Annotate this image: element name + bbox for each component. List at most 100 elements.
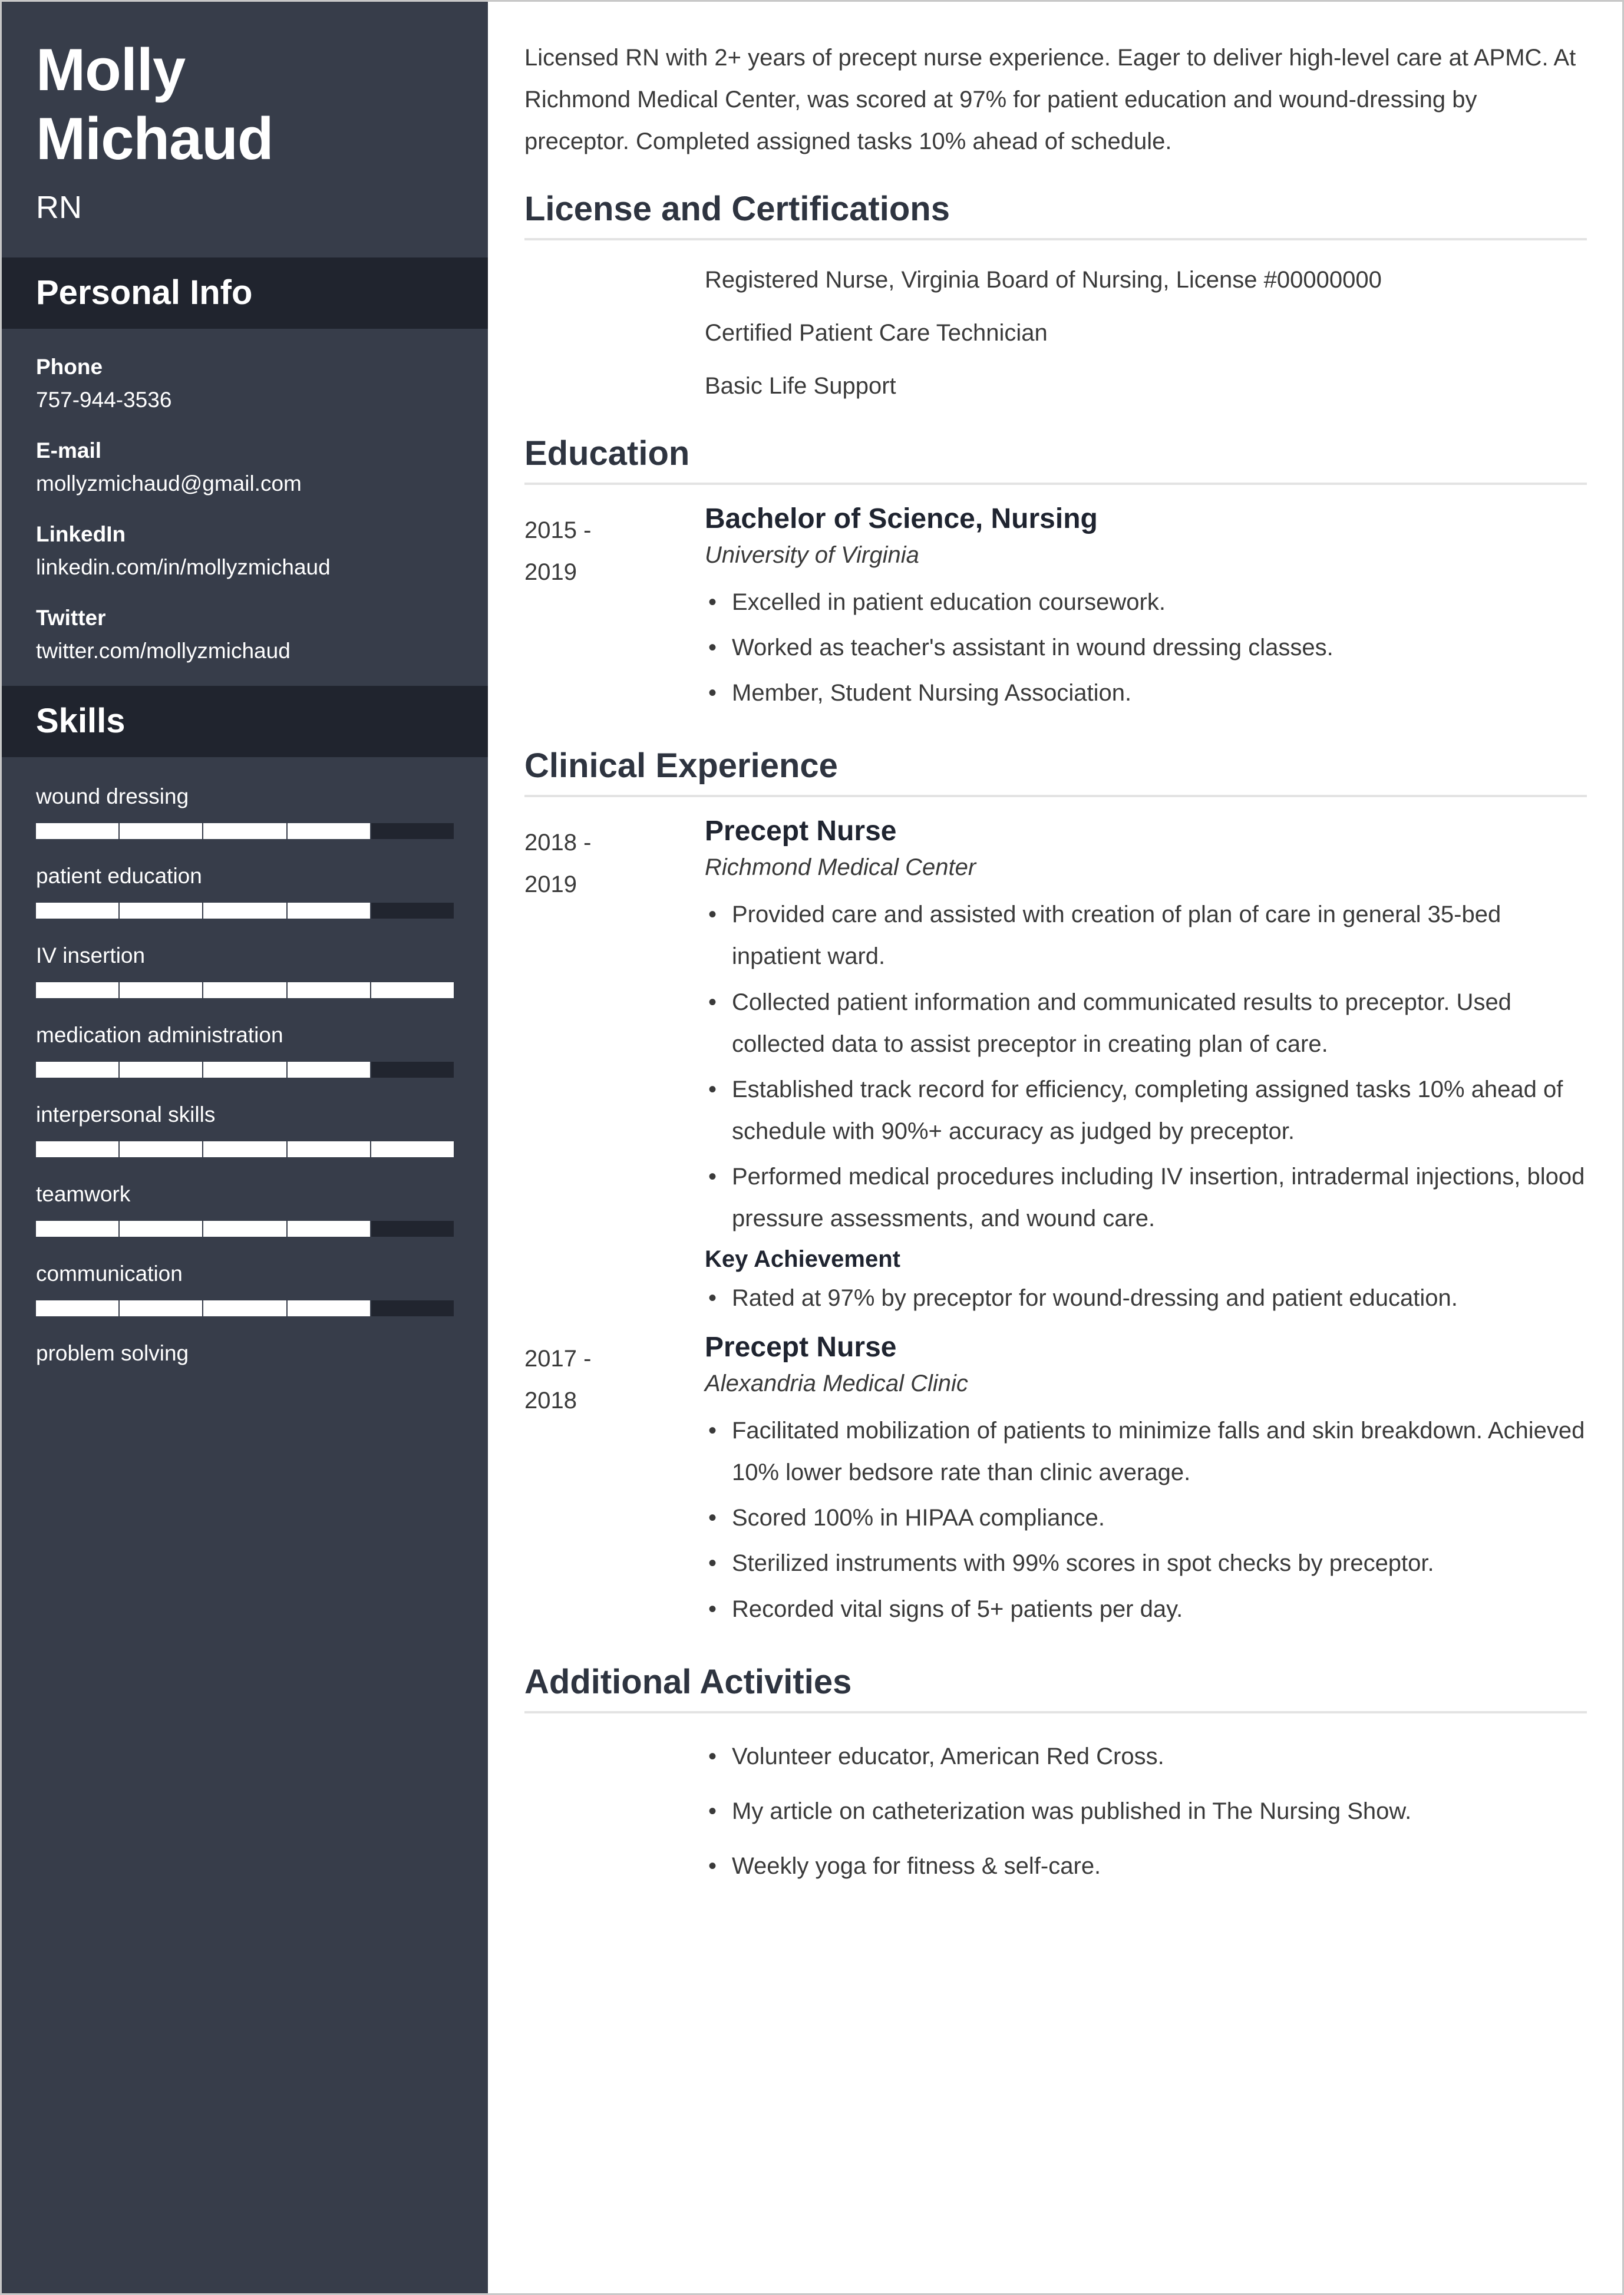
experience-bullets: Provided care and assisted with creation… [705,894,1587,1240]
entry-body: Bachelor of Science, Nursing University … [705,503,1587,718]
skill-item: teamwork [36,1182,454,1237]
entry-body: Precept Nurse Alexandria Medical Clinic … [705,1331,1587,1634]
skill-item: patient education [36,864,454,919]
skills-heading: Skills [2,686,488,758]
employer-name: Alexandria Medical Clinic [705,1370,968,1396]
skill-bar-fill [36,1221,371,1237]
candidate-name: Molly Michaud [36,36,454,174]
entry-date-range: 2018 - 2019 [524,815,705,906]
skill-bar-fill [36,1062,371,1078]
entry-body: Precept Nurse Richmond Medical Center Pr… [705,815,1587,1323]
employer-name: Richmond Medical Center [705,854,976,881]
entry-date-range: 2015 - 2019 [524,503,705,593]
bullet-item: Excelled in patient education coursework… [705,582,1587,623]
skill-bar [36,823,454,840]
list-item: Basic Life Support [705,372,896,399]
skill-bar [36,1300,454,1317]
contact-value[interactable]: 757-944-3536 [36,388,454,412]
skill-bar-fill [36,823,371,840]
main-content: Licensed RN with 2+ years of precept nur… [488,2,1622,2293]
contact-item-email: E-mail mollyzmichaud@gmail.com [36,438,454,496]
contact-value[interactable]: linkedin.com/in/mollyzmichaud [36,555,454,580]
bullet-item: Facilitated mobilization of patients to … [705,1410,1587,1494]
skill-label: medication administration [36,1023,283,1048]
education-bullets: Excelled in patient education coursework… [705,582,1587,715]
experience-entry: 2017 - 2018 Precept Nurse Alexandria Med… [524,1331,1587,1634]
date-end: 2018 [524,1388,577,1414]
skill-bar [36,982,454,999]
name-block: Molly Michaud RN [2,2,488,257]
degree-title: Bachelor of Science, Nursing [705,503,1098,534]
skill-item: wound dressing [36,784,454,840]
skill-bar [36,1221,454,1237]
contact-item-phone: Phone 757-944-3536 [36,355,454,412]
date-start: 2017 - [524,1345,592,1372]
section-education: Education 2015 - 2019 Bachelor of Scienc… [524,434,1587,718]
skill-label: teamwork [36,1182,131,1207]
list-item: Certified Patient Care Technician [705,319,1048,346]
bullet-item: My article on catheterization was publis… [705,1791,1587,1832]
bullet-item: Collected patient information and commun… [705,982,1587,1065]
skills-list: wound dressing patient education IV inse… [2,757,488,1415]
personal-info-list: Phone 757-944-3536 E-mail mollyzmichaud@… [2,329,488,686]
resume-page: Molly Michaud RN Personal Info Phone 757… [0,0,1624,2295]
bullet-item: Sterilized instruments with 99% scores i… [705,1543,1587,1584]
section-divider [524,482,1587,485]
bullet-item: Provided care and assisted with creation… [705,894,1587,978]
sidebar: Molly Michaud RN Personal Info Phone 757… [2,2,488,2293]
skill-label: interpersonal skills [36,1102,216,1127]
section-activities: Additional Activities Volunteer educator… [524,1662,1587,1888]
skill-bar [36,1062,454,1078]
skill-bar-fill [36,1141,454,1158]
bullet-item: Scored 100% in HIPAA compliance. [705,1497,1587,1539]
skill-label: communication [36,1262,183,1286]
experience-bullets: Facilitated mobilization of patients to … [705,1410,1587,1630]
entry-date-range: 2017 - 2018 [524,1331,705,1422]
bullet-item: Performed medical procedures including I… [705,1156,1587,1240]
bullet-item: Established track record for efficiency,… [705,1069,1587,1153]
contact-label: Phone [36,355,103,379]
skill-label: IV insertion [36,943,146,968]
skill-label: patient education [36,864,202,889]
experience-entry: 2018 - 2019 Precept Nurse Richmond Medic… [524,815,1587,1323]
skill-bar [36,1141,454,1158]
contact-value[interactable]: twitter.com/mollyzmichaud [36,639,454,663]
list-item: Registered Nurse, Virginia Board of Nurs… [705,266,1382,293]
bullet-item: Volunteer educator, American Red Cross. [705,1736,1587,1778]
institution-name: University of Virginia [705,541,919,568]
skill-item: interpersonal skills [36,1102,454,1158]
date-start: 2018 - [524,830,592,856]
activities-list: Volunteer educator, American Red Cross. … [524,1731,1587,1888]
date-end: 2019 [524,871,577,898]
skill-label: problem solving [36,1341,189,1366]
bullet-item: Weekly yoga for fitness & self-care. [705,1845,1587,1887]
section-divider [524,795,1587,798]
license-list: Registered Nurse, Virginia Board of Nurs… [524,258,1587,429]
education-entry: 2015 - 2019 Bachelor of Science, Nursing… [524,503,1587,718]
skill-label: wound dressing [36,784,189,809]
skill-bar-fill [36,982,454,999]
key-achievement-bullets: Rated at 97% by preceptor for wound-dres… [705,1277,1587,1319]
skill-bar-fill [36,1300,371,1317]
professional-summary: Licensed RN with 2+ years of precept nur… [524,45,1576,155]
skill-item: communication [36,1262,454,1317]
job-title: RN [36,190,82,226]
section-divider [524,237,1587,240]
date-start: 2015 - [524,517,592,543]
contact-label: E-mail [36,438,102,463]
section-heading-licenses: License and Certifications [524,189,950,228]
section-heading-education: Education [524,434,690,473]
bullet-item: Member, Student Nursing Association. [705,672,1587,714]
job-title-role: Precept Nurse [705,1331,897,1363]
name-last: Michaud [36,106,274,173]
contact-value[interactable]: mollyzmichaud@gmail.com [36,471,454,496]
contact-item-twitter: Twitter twitter.com/mollyzmichaud [36,606,454,663]
bullet-item: Rated at 97% by preceptor for wound-dres… [705,1277,1587,1319]
section-licenses: License and Certifications Registered Nu… [524,189,1587,429]
job-title-role: Precept Nurse [705,815,897,847]
name-first: Molly [36,37,186,103]
section-divider [524,1710,1587,1713]
personal-info-heading: Personal Info [2,257,488,329]
